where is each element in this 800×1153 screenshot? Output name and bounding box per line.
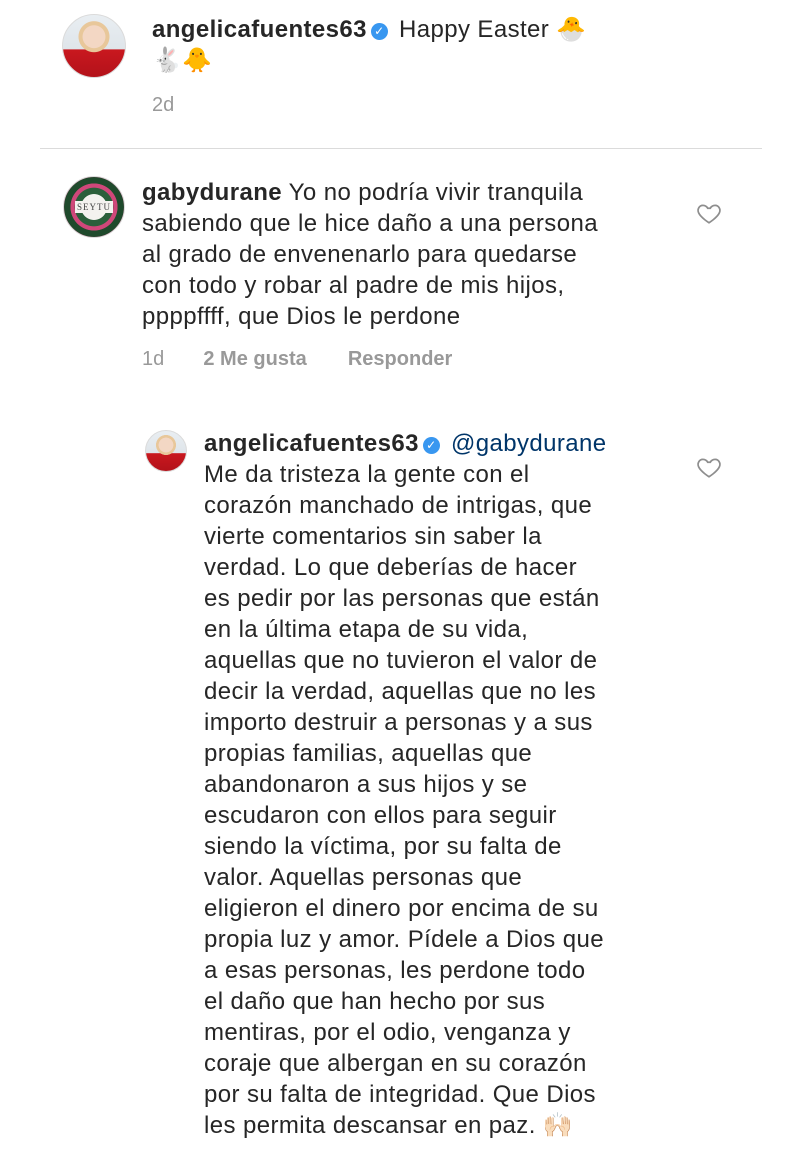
reply-line: eligieron el dinero por encima de su <box>204 895 599 922</box>
reply-line: vierte comentarios sin saber la <box>204 523 542 550</box>
comment-line: Yo no podría vivir tranquila <box>288 179 584 206</box>
caption-time: 2d <box>152 94 175 116</box>
comment-line: ppppffff, que Dios le perdone <box>142 303 461 330</box>
reply-line: por su falta de integridad. Que Dios <box>204 1081 596 1108</box>
avatar-gabydurane[interactable]: SEYTU <box>63 176 125 238</box>
comment-text: gabydurane Yo no podría vivir tranquila … <box>142 177 682 332</box>
reply-line: les permita descansar en paz. 🙌🏻 <box>204 1112 574 1139</box>
rabbit-chick-emoji: 🐇🐥 <box>152 47 213 74</box>
reply-username[interactable]: angelicafuentes63 <box>204 430 419 457</box>
reply-line: escudaron con ellos para seguir <box>204 802 557 829</box>
reply-line: propias familias, aquellas que <box>204 740 533 767</box>
comment-meta: 1d 2 Me gusta Responder <box>142 348 452 371</box>
reply-line: mentiras, por el odio, venganza y <box>204 1019 571 1046</box>
verified-badge-icon: ✓ <box>370 23 388 40</box>
avatar-logo-text: SEYTU <box>75 201 113 213</box>
caption-text: angelicafuentes63 ✓ Happy Easter 🐣 🐇🐥 <box>152 14 752 76</box>
avatar-reply[interactable] <box>145 430 187 472</box>
reply-line: es pedir por las personas que están <box>204 585 600 612</box>
reply-line: coraje que albergan en su corazón <box>204 1050 587 1077</box>
reply-line: siendo la víctima, por su falta de <box>204 833 562 860</box>
comment-line: sabiendo que le hice daño a una persona <box>142 210 598 237</box>
caption-body: Happy Easter <box>398 16 550 43</box>
reply-line: decir la verdad, aquellas que no les <box>204 678 596 705</box>
reply-line: en la última etapa de su vida, <box>204 616 529 643</box>
comment-line: con todo y robar al padre de mis hijos, <box>142 272 565 299</box>
verified-badge-icon: ✓ <box>422 437 440 454</box>
comment-line: al grado de envenenarlo para quedarse <box>142 241 578 268</box>
comment-username[interactable]: gabydurane <box>142 179 282 206</box>
reply-button[interactable]: Responder <box>348 348 452 370</box>
reply-mention[interactable]: @gabydurane <box>451 430 607 457</box>
divider <box>40 148 762 149</box>
reply-line: el daño que han hecho por sus <box>204 988 546 1015</box>
comment-time: 1d <box>142 348 165 370</box>
heart-icon[interactable] <box>696 200 722 226</box>
reply-line: abandonaron a sus hijos y se <box>204 771 528 798</box>
hatching-chick-emoji: 🐣 <box>556 16 587 43</box>
heart-icon[interactable] <box>696 454 722 480</box>
reply-line: aquellas que no tuvieron el valor de <box>204 647 598 674</box>
avatar[interactable] <box>62 14 126 78</box>
reply-line: corazón manchado de intrigas, que <box>204 492 593 519</box>
reply-line: valor. Aquellas personas que <box>204 864 523 891</box>
reply-line: verdad. Lo que deberías de hacer <box>204 554 578 581</box>
reply-line: importo destruir a personas y a sus <box>204 709 593 736</box>
caption-username[interactable]: angelicafuentes63 <box>152 16 367 43</box>
reply-line: a esas personas, les perdone todo <box>204 957 586 984</box>
reply-text: angelicafuentes63 ✓ @gabydurane Me da tri… <box>204 428 674 1141</box>
reply-line: Me da tristeza la gente con el <box>204 461 530 488</box>
reply-line: propia luz y amor. Pídele a Dios que <box>204 926 604 953</box>
comment-likes[interactable]: 2 Me gusta <box>203 348 306 370</box>
